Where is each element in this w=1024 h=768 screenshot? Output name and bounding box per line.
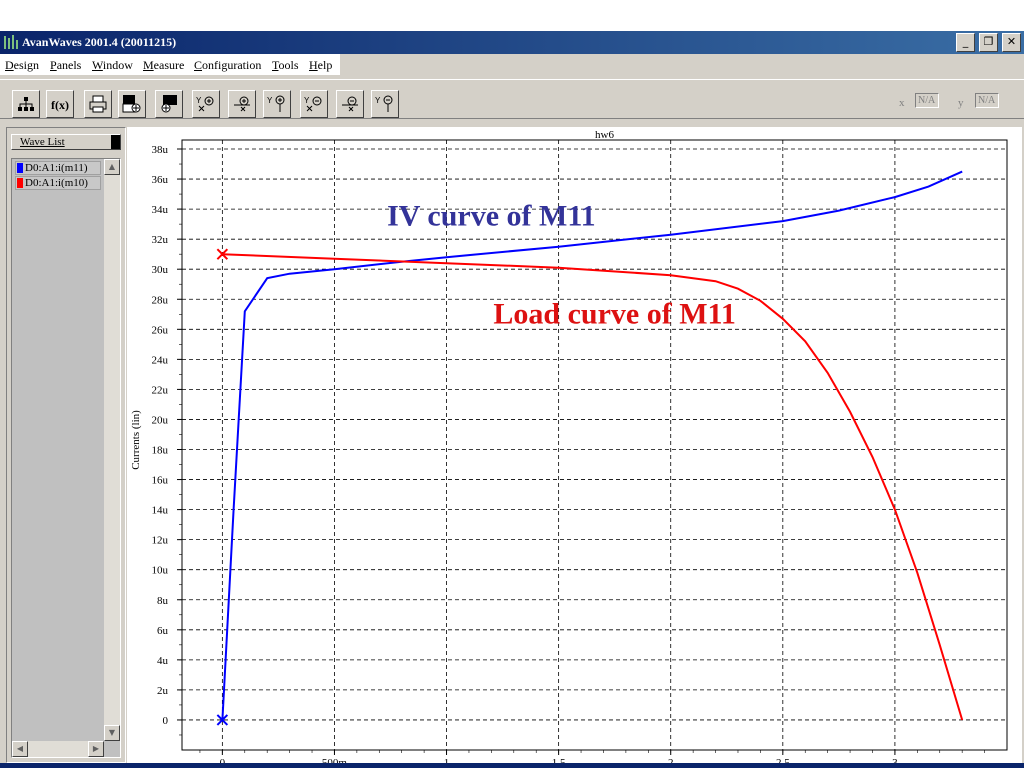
y-tick-label: 30u — [152, 264, 169, 276]
app-icon — [4, 35, 18, 49]
y-tick-label: 12u — [152, 535, 169, 547]
y-tick-label: 2u — [157, 685, 169, 697]
x-zoom-in-button[interactable] — [228, 90, 256, 118]
y-coord-field: N/A — [975, 93, 999, 108]
y-zoom-out-icon: Y — [304, 96, 322, 112]
y-tick-label: 20u — [152, 414, 169, 426]
wave-item-m10[interactable]: D0:A1:i(m10) — [15, 176, 101, 190]
wave-list-tab[interactable] — [111, 135, 120, 149]
y-tick-label: 18u — [152, 445, 169, 457]
add-panel-icon — [122, 95, 141, 113]
y-tick-label: 8u — [157, 595, 169, 607]
x-zoom-out-icon — [342, 96, 358, 112]
hierarchy-icon — [18, 97, 34, 111]
scroll-down-arrow-icon[interactable]: ▼ — [104, 725, 120, 741]
menu-tools[interactable]: Tools — [272, 58, 299, 73]
function-button[interactable]: f(x) — [46, 90, 74, 118]
maximize-button[interactable]: ❐ — [979, 33, 998, 52]
y-zoom-out-button[interactable]: Y — [300, 90, 328, 118]
plot-panel[interactable]: 0 500m 1 1.5 2 2.5 3 0 2u 4u 6u 8u 10u 12u 14u 16u 18u 20… — [127, 127, 1022, 768]
chart-title: hw6 — [595, 129, 614, 141]
add-panel-button[interactable] — [118, 90, 146, 118]
svg-text:Y: Y — [304, 96, 310, 105]
print-button[interactable] — [84, 90, 112, 118]
y-tick-label: 14u — [152, 505, 169, 517]
wave-item-m11[interactable]: D0:A1:i(m11) — [15, 161, 101, 175]
title-bar[interactable]: AvanWaves 2001.4 (20011215) _ ❐ ✕ — [0, 31, 1024, 54]
x-coord-label: x — [899, 97, 905, 109]
y-tick-label: 28u — [152, 294, 169, 306]
wave-list-panel: Wave List D0:A1:i(m11) D0:A1:i(m10) ▲ ▼ … — [6, 127, 126, 763]
menu-help[interactable]: Help — [309, 58, 332, 73]
svg-text:Y: Y — [196, 96, 202, 105]
y-magnify-icon: Y — [267, 95, 285, 112]
window-title: AvanWaves 2001.4 (20011215) — [22, 35, 177, 49]
menu-panels[interactable]: Panels — [50, 58, 81, 73]
y-zoom-in-button[interactable]: Y — [192, 90, 220, 118]
wave-list-header[interactable]: Wave List — [11, 134, 121, 150]
menu-window[interactable]: Window — [92, 58, 133, 73]
app-window: AvanWaves 2001.4 (20011215) _ ❐ ✕ Design… — [0, 31, 1024, 768]
wave-item-label: D0:A1:i(m10) — [25, 177, 88, 189]
wave-color-swatch — [17, 163, 23, 173]
status-bar — [0, 763, 1024, 768]
y-tick-label: 24u — [152, 354, 169, 366]
horizontal-scrollbar[interactable]: ◀ ▶ — [12, 741, 104, 757]
function-icon: f(x) — [51, 98, 69, 112]
y-axis-label: Currents (lin) — [130, 410, 142, 470]
y-tick-label: 36u — [152, 174, 169, 186]
add-wave-icon — [161, 95, 177, 113]
x-coord-field: N/A — [915, 93, 939, 108]
wave-color-swatch — [17, 178, 23, 188]
zoom-fit-icon: Y — [375, 95, 393, 112]
svg-text:Y: Y — [375, 96, 381, 105]
y-coord-label: y — [958, 97, 964, 109]
y-tick-label: 6u — [157, 625, 169, 637]
scroll-right-arrow-icon[interactable]: ▶ — [88, 741, 104, 757]
scroll-up-arrow-icon[interactable]: ▲ — [104, 159, 120, 175]
wave-list: D0:A1:i(m11) D0:A1:i(m10) ▲ ▼ ◀ ▶ — [11, 158, 121, 758]
y-tick-label: 32u — [152, 234, 169, 246]
scroll-left-arrow-icon[interactable]: ◀ — [12, 741, 28, 757]
hierarchy-button[interactable] — [12, 90, 40, 118]
add-wave-button[interactable] — [155, 90, 183, 118]
y-zoom-in-button-2[interactable]: Y — [263, 90, 291, 118]
y-tick-label: 4u — [157, 655, 169, 667]
y-tick-label: 38u — [152, 144, 169, 156]
y-zoom-in-icon: Y — [196, 96, 214, 112]
menu-configuration[interactable]: Configuration — [194, 58, 261, 73]
menu-measure[interactable]: Measure — [143, 58, 184, 73]
zoom-fit-button[interactable]: Y — [371, 90, 399, 118]
y-tick-label: 34u — [152, 204, 169, 216]
svg-text:f(x): f(x) — [51, 98, 69, 112]
wave-item-label: D0:A1:i(m11) — [25, 162, 88, 174]
x-zoom-in-icon — [234, 96, 250, 112]
y-tick-label: 10u — [152, 565, 169, 577]
menu-design[interactable]: Design — [5, 58, 39, 73]
load-curve-annotation: Load curve of M11 — [493, 297, 735, 330]
x-zoom-out-button[interactable] — [336, 90, 364, 118]
iv-chart[interactable]: 0 500m 1 1.5 2 2.5 302u4u6u8u10u12u14u16u18u20… — [127, 127, 1022, 768]
y-tick-label: 0 — [163, 715, 169, 727]
vertical-scrollbar[interactable]: ▲ ▼ — [104, 159, 120, 741]
close-button[interactable]: ✕ — [1002, 33, 1021, 52]
y-tick-label: 16u — [152, 475, 169, 487]
menu-bar: Design Panels Window Measure Configurati… — [0, 54, 340, 75]
toolbar: f(x) Y Y Y Y x N/A y N/A — [0, 79, 1024, 119]
minimize-button[interactable]: _ — [956, 33, 975, 52]
wave-list-title: Wave List — [20, 136, 65, 148]
printer-icon — [89, 95, 107, 113]
y-tick-label: 22u — [152, 384, 169, 396]
iv-curve-annotation: IV curve of M11 — [387, 200, 596, 233]
y-tick-label: 26u — [152, 324, 169, 336]
svg-text:Y: Y — [267, 96, 273, 105]
